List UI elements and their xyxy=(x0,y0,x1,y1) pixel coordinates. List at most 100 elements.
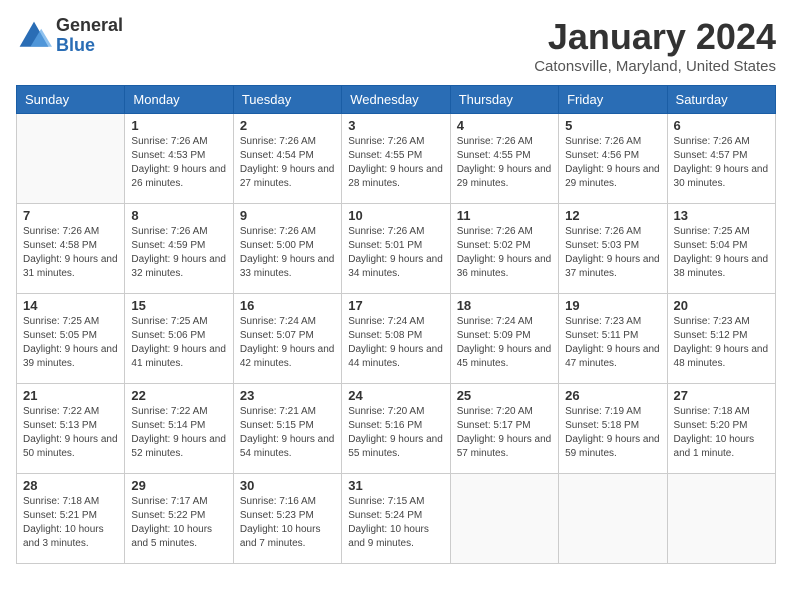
calendar-cell: 27 Sunrise: 7:18 AMSunset: 5:20 PMDayligh… xyxy=(667,384,775,474)
day-info: Sunrise: 7:26 AMSunset: 4:58 PMDaylight:… xyxy=(23,225,118,281)
day-info: Sunrise: 7:18 AMSunset: 5:21 PMDaylight:… xyxy=(23,495,118,551)
calendar-cell: 23Sunrise: 7:21 AMSunset: 5:15 PMDayligh… xyxy=(233,384,341,474)
page-header: General Blue January 2024 Catonsville, M… xyxy=(16,16,776,75)
day-number: 6 xyxy=(674,118,769,133)
calendar-cell: 10 Sunrise: 7:26 AMSunset: 5:01 PMDayligh… xyxy=(342,204,450,294)
calendar-cell: 16Sunrise: 7:24 AMSunset: 5:07 PMDayligh… xyxy=(233,294,341,384)
day-info: Sunrise: 7:26 AMSunset: 5:01 PMDaylight:… xyxy=(348,225,443,281)
calendar-header-monday: Monday xyxy=(125,86,233,114)
day-number: 31 xyxy=(348,478,443,493)
day-number: 11 xyxy=(457,208,552,223)
day-number: 4 xyxy=(457,118,552,133)
day-number: 24 xyxy=(348,388,443,403)
calendar-header-wednesday: Wednesday xyxy=(342,86,450,114)
calendar-cell: 22Sunrise: 7:22 AMSunset: 5:14 PMDayligh… xyxy=(125,384,233,474)
calendar-cell: 24Sunrise: 7:20 AMSunset: 5:16 PMDayligh… xyxy=(342,384,450,474)
day-number: 10 xyxy=(348,208,443,223)
calendar-cell: 20 Sunrise: 7:23 AMSunset: 5:12 PMDayligh… xyxy=(667,294,775,384)
calendar-week-row: 7 Sunrise: 7:26 AMSunset: 4:58 PMDaylight… xyxy=(17,204,776,294)
day-info: Sunrise: 7:26 AMSunset: 5:02 PMDaylight:… xyxy=(457,225,552,281)
day-info: Sunrise: 7:22 AMSunset: 5:13 PMDaylight:… xyxy=(23,405,118,461)
day-info: Sunrise: 7:25 AMSunset: 5:06 PMDaylight:… xyxy=(131,315,226,371)
calendar-cell: 3 Sunrise: 7:26 AMSunset: 4:55 PMDaylight… xyxy=(342,114,450,204)
calendar-cell: 15 Sunrise: 7:25 AMSunset: 5:06 PMDayligh… xyxy=(125,294,233,384)
calendar-cell: 19Sunrise: 7:23 AMSunset: 5:11 PMDayligh… xyxy=(559,294,667,384)
day-info: Sunrise: 7:26 AMSunset: 4:57 PMDaylight:… xyxy=(674,135,769,191)
calendar-cell: 28Sunrise: 7:18 AMSunset: 5:21 PMDayligh… xyxy=(17,474,125,564)
day-info: Sunrise: 7:23 AMSunset: 5:12 PMDaylight:… xyxy=(674,315,769,371)
calendar-cell: 14 Sunrise: 7:25 AMSunset: 5:05 PMDayligh… xyxy=(17,294,125,384)
day-info: Sunrise: 7:26 AMSunset: 5:03 PMDaylight:… xyxy=(565,225,660,281)
day-number: 8 xyxy=(131,208,226,223)
logo-blue: Blue xyxy=(56,36,123,56)
calendar-week-row: 14 Sunrise: 7:25 AMSunset: 5:05 PMDayligh… xyxy=(17,294,776,384)
day-number: 29 xyxy=(131,478,226,493)
calendar-cell: 13Sunrise: 7:25 AMSunset: 5:04 PMDayligh… xyxy=(667,204,775,294)
day-number: 14 xyxy=(23,298,118,313)
day-info: Sunrise: 7:15 AMSunset: 5:24 PMDaylight:… xyxy=(348,495,443,551)
calendar-week-row: 1 Sunrise: 7:26 AMSunset: 4:53 PMDaylight… xyxy=(17,114,776,204)
calendar-cell xyxy=(559,474,667,564)
day-info: Sunrise: 7:26 AMSunset: 4:55 PMDaylight:… xyxy=(457,135,552,191)
calendar-cell xyxy=(17,114,125,204)
calendar-cell: 12 Sunrise: 7:26 AMSunset: 5:03 PMDayligh… xyxy=(559,204,667,294)
day-info: Sunrise: 7:17 AMSunset: 5:22 PMDaylight:… xyxy=(131,495,226,551)
calendar-header-row: SundayMondayTuesdayWednesdayThursdayFrid… xyxy=(17,86,776,114)
day-info: Sunrise: 7:16 AMSunset: 5:23 PMDaylight:… xyxy=(240,495,335,551)
day-number: 13 xyxy=(674,208,769,223)
calendar-header-saturday: Saturday xyxy=(667,86,775,114)
calendar-cell: 11 Sunrise: 7:26 AMSunset: 5:02 PMDayligh… xyxy=(450,204,558,294)
calendar-cell: 7 Sunrise: 7:26 AMSunset: 4:58 PMDaylight… xyxy=(17,204,125,294)
title-section: January 2024 Catonsville, Maryland, Unit… xyxy=(534,16,776,75)
day-info: Sunrise: 7:25 AMSunset: 5:05 PMDaylight:… xyxy=(23,315,118,371)
day-number: 26 xyxy=(565,388,660,403)
day-number: 5 xyxy=(565,118,660,133)
day-info: Sunrise: 7:26 AMSunset: 4:56 PMDaylight:… xyxy=(565,135,660,191)
day-number: 27 xyxy=(674,388,769,403)
day-info: Sunrise: 7:21 AMSunset: 5:15 PMDaylight:… xyxy=(240,405,335,461)
logo-icon xyxy=(16,18,52,54)
calendar-header-tuesday: Tuesday xyxy=(233,86,341,114)
calendar-cell: 29 Sunrise: 7:17 AMSunset: 5:22 PMDayligh… xyxy=(125,474,233,564)
day-info: Sunrise: 7:26 AMSunset: 5:00 PMDaylight:… xyxy=(240,225,335,281)
day-number: 12 xyxy=(565,208,660,223)
calendar-cell: 25Sunrise: 7:20 AMSunset: 5:17 PMDayligh… xyxy=(450,384,558,474)
calendar-cell: 31 Sunrise: 7:15 AMSunset: 5:24 PMDayligh… xyxy=(342,474,450,564)
calendar-week-row: 21Sunrise: 7:22 AMSunset: 5:13 PMDayligh… xyxy=(17,384,776,474)
day-info: Sunrise: 7:24 AMSunset: 5:08 PMDaylight:… xyxy=(348,315,443,371)
day-number: 7 xyxy=(23,208,118,223)
calendar-cell: 5 Sunrise: 7:26 AMSunset: 4:56 PMDaylight… xyxy=(559,114,667,204)
day-number: 17 xyxy=(348,298,443,313)
calendar-cell xyxy=(450,474,558,564)
day-info: Sunrise: 7:26 AMSunset: 4:53 PMDaylight:… xyxy=(131,135,226,191)
day-info: Sunrise: 7:26 AMSunset: 4:54 PMDaylight:… xyxy=(240,135,335,191)
day-number: 9 xyxy=(240,208,335,223)
calendar-cell: 26 Sunrise: 7:19 AMSunset: 5:18 PMDayligh… xyxy=(559,384,667,474)
logo-general: General xyxy=(56,16,123,36)
calendar-cell: 21Sunrise: 7:22 AMSunset: 5:13 PMDayligh… xyxy=(17,384,125,474)
logo-text: General Blue xyxy=(56,16,123,56)
calendar-cell: 2 Sunrise: 7:26 AMSunset: 4:54 PMDaylight… xyxy=(233,114,341,204)
day-info: Sunrise: 7:18 AMSunset: 5:20 PMDaylight:… xyxy=(674,405,769,461)
day-number: 16 xyxy=(240,298,335,313)
calendar-cell: 1 Sunrise: 7:26 AMSunset: 4:53 PMDaylight… xyxy=(125,114,233,204)
calendar-week-row: 28Sunrise: 7:18 AMSunset: 5:21 PMDayligh… xyxy=(17,474,776,564)
calendar-cell: 30Sunrise: 7:16 AMSunset: 5:23 PMDayligh… xyxy=(233,474,341,564)
day-info: Sunrise: 7:26 AMSunset: 4:55 PMDaylight:… xyxy=(348,135,443,191)
day-number: 25 xyxy=(457,388,552,403)
day-number: 2 xyxy=(240,118,335,133)
day-info: Sunrise: 7:24 AMSunset: 5:09 PMDaylight:… xyxy=(457,315,552,371)
calendar-table: SundayMondayTuesdayWednesdayThursdayFrid… xyxy=(16,85,776,564)
day-number: 20 xyxy=(674,298,769,313)
day-info: Sunrise: 7:26 AMSunset: 4:59 PMDaylight:… xyxy=(131,225,226,281)
day-info: Sunrise: 7:19 AMSunset: 5:18 PMDaylight:… xyxy=(565,405,660,461)
calendar-cell: 6 Sunrise: 7:26 AMSunset: 4:57 PMDaylight… xyxy=(667,114,775,204)
day-number: 15 xyxy=(131,298,226,313)
day-number: 18 xyxy=(457,298,552,313)
calendar-cell xyxy=(667,474,775,564)
logo: General Blue xyxy=(16,16,123,56)
calendar-header-friday: Friday xyxy=(559,86,667,114)
calendar-cell: 17 Sunrise: 7:24 AMSunset: 5:08 PMDayligh… xyxy=(342,294,450,384)
day-number: 1 xyxy=(131,118,226,133)
day-number: 3 xyxy=(348,118,443,133)
